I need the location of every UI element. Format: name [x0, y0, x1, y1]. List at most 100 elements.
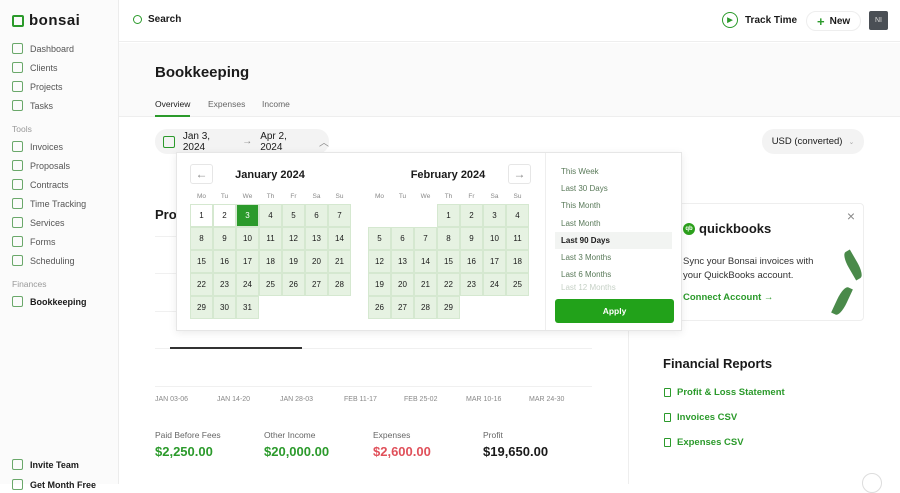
- preset-this-week[interactable]: This Week: [555, 163, 672, 180]
- plus-icon: +: [817, 13, 825, 29]
- apply-button[interactable]: Apply: [555, 299, 674, 323]
- day-cell[interactable]: 8: [190, 227, 213, 250]
- day-cell[interactable]: 14: [414, 250, 437, 273]
- day-cell[interactable]: 20: [305, 250, 328, 273]
- sidebar-item-invoices[interactable]: Invoices: [12, 141, 63, 152]
- day-cell[interactable]: 4: [259, 204, 282, 227]
- day-cell[interactable]: 26: [282, 273, 305, 296]
- day-cell[interactable]: 16: [460, 250, 483, 273]
- day-cell[interactable]: 23: [213, 273, 236, 296]
- sidebar-item-forms[interactable]: Forms: [12, 236, 56, 247]
- preset-last-30-days[interactable]: Last 30 Days: [555, 180, 672, 197]
- avatar[interactable]: NI: [869, 11, 888, 30]
- day-cell[interactable]: 20: [391, 273, 414, 296]
- day-cell[interactable]: 12: [282, 227, 305, 250]
- day-cell[interactable]: 17: [483, 250, 506, 273]
- day-cell[interactable]: 8: [437, 227, 460, 250]
- day-cell[interactable]: 10: [236, 227, 259, 250]
- date-range-picker[interactable]: Jan 3, 2024 → Apr 2, 2024 ︿: [155, 129, 329, 154]
- day-cell[interactable]: 3: [236, 204, 259, 227]
- day-cell[interactable]: 21: [328, 250, 351, 273]
- day-cell[interactable]: 31: [236, 296, 259, 319]
- currency-select[interactable]: USD (converted) ⌄: [762, 129, 864, 154]
- day-cell[interactable]: 16: [213, 250, 236, 273]
- day-cell[interactable]: 18: [259, 250, 282, 273]
- day-cell[interactable]: 10: [483, 227, 506, 250]
- day-cell[interactable]: 1: [190, 204, 213, 227]
- day-cell[interactable]: 15: [437, 250, 460, 273]
- sidebar-item-scheduling[interactable]: Scheduling: [12, 255, 75, 266]
- report-link-expenses-csv[interactable]: Expenses CSV: [664, 437, 744, 448]
- day-cell[interactable]: 22: [190, 273, 213, 296]
- logo[interactable]: bonsai: [12, 12, 80, 29]
- day-cell[interactable]: 19: [368, 273, 391, 296]
- day-cell[interactable]: 4: [506, 204, 529, 227]
- day-cell[interactable]: 24: [483, 273, 506, 296]
- help-button[interactable]: [862, 473, 882, 493]
- day-cell[interactable]: 25: [259, 273, 282, 296]
- day-cell[interactable]: 24: [236, 273, 259, 296]
- tab-overview[interactable]: Overview: [155, 99, 191, 117]
- sidebar-item-bookkeeping[interactable]: Bookkeeping: [12, 296, 87, 307]
- sidebar-item-proposals[interactable]: Proposals: [12, 160, 70, 171]
- day-cell[interactable]: 2: [460, 204, 483, 227]
- sidebar-item-time-tracking[interactable]: Time Tracking: [12, 198, 86, 209]
- sidebar-item-tasks[interactable]: Tasks: [12, 100, 53, 111]
- day-cell[interactable]: 7: [414, 227, 437, 250]
- connect-account-link[interactable]: Connect Account →: [683, 292, 773, 303]
- close-icon[interactable]: ×: [847, 208, 855, 224]
- preset-this-month[interactable]: This Month: [555, 197, 672, 214]
- preset-last-6-months[interactable]: Last 6 Months: [555, 266, 672, 283]
- tab-expenses[interactable]: Expenses: [208, 99, 245, 109]
- day-cell[interactable]: 3: [483, 204, 506, 227]
- report-link-invoices-csv[interactable]: Invoices CSV: [664, 412, 737, 423]
- search-button[interactable]: Search: [133, 14, 181, 25]
- tab-income[interactable]: Income: [262, 99, 290, 109]
- day-cell[interactable]: 11: [259, 227, 282, 250]
- day-cell[interactable]: 15: [190, 250, 213, 273]
- sidebar-item-invite-team[interactable]: Invite Team: [12, 459, 79, 470]
- day-cell[interactable]: 23: [460, 273, 483, 296]
- day-cell[interactable]: 25: [506, 273, 529, 296]
- day-cell[interactable]: 21: [414, 273, 437, 296]
- preset-last-90-days[interactable]: Last 90 Days: [555, 231, 672, 249]
- day-cell[interactable]: 6: [305, 204, 328, 227]
- day-cell[interactable]: 13: [391, 250, 414, 273]
- sidebar-item-contracts[interactable]: Contracts: [12, 179, 69, 190]
- day-cell[interactable]: 22: [437, 273, 460, 296]
- day-cell[interactable]: 7: [328, 204, 351, 227]
- day-cell[interactable]: 1: [437, 204, 460, 227]
- day-cell[interactable]: 13: [305, 227, 328, 250]
- day-cell[interactable]: 14: [328, 227, 351, 250]
- day-cell[interactable]: 28: [414, 296, 437, 319]
- track-time-button[interactable]: ▶ Track Time: [722, 12, 797, 28]
- sidebar-item-get-month-free[interactable]: Get Month Free: [12, 479, 96, 490]
- day-cell[interactable]: 11: [506, 227, 529, 250]
- day-cell[interactable]: 19: [282, 250, 305, 273]
- sidebar-item-services[interactable]: Services: [12, 217, 65, 228]
- sidebar-item-dashboard[interactable]: Dashboard: [12, 43, 74, 54]
- day-cell[interactable]: 27: [305, 273, 328, 296]
- new-button[interactable]: + New: [806, 11, 862, 31]
- day-cell[interactable]: 30: [213, 296, 236, 319]
- preset-last-3-months[interactable]: Last 3 Months: [555, 249, 672, 266]
- day-cell[interactable]: 29: [190, 296, 213, 319]
- preset-last-month[interactable]: Last Month: [555, 215, 672, 232]
- day-cell[interactable]: 12: [368, 250, 391, 273]
- day-cell[interactable]: 5: [282, 204, 305, 227]
- day-cell[interactable]: 29: [437, 296, 460, 319]
- day-cell[interactable]: 17: [236, 250, 259, 273]
- day-cell[interactable]: 27: [391, 296, 414, 319]
- day-cell[interactable]: 9: [213, 227, 236, 250]
- day-cell[interactable]: 2: [213, 204, 236, 227]
- sidebar-item-projects[interactable]: Projects: [12, 81, 63, 92]
- preset-last-12-months[interactable]: Last 12 Months: [555, 283, 672, 292]
- day-cell[interactable]: 6: [391, 227, 414, 250]
- report-link-profit-loss-statement[interactable]: Profit & Loss Statement: [664, 387, 785, 398]
- day-cell[interactable]: 28: [328, 273, 351, 296]
- day-cell[interactable]: 9: [460, 227, 483, 250]
- day-cell[interactable]: 18: [506, 250, 529, 273]
- day-cell[interactable]: 5: [368, 227, 391, 250]
- day-cell[interactable]: 26: [368, 296, 391, 319]
- sidebar-item-clients[interactable]: Clients: [12, 62, 58, 73]
